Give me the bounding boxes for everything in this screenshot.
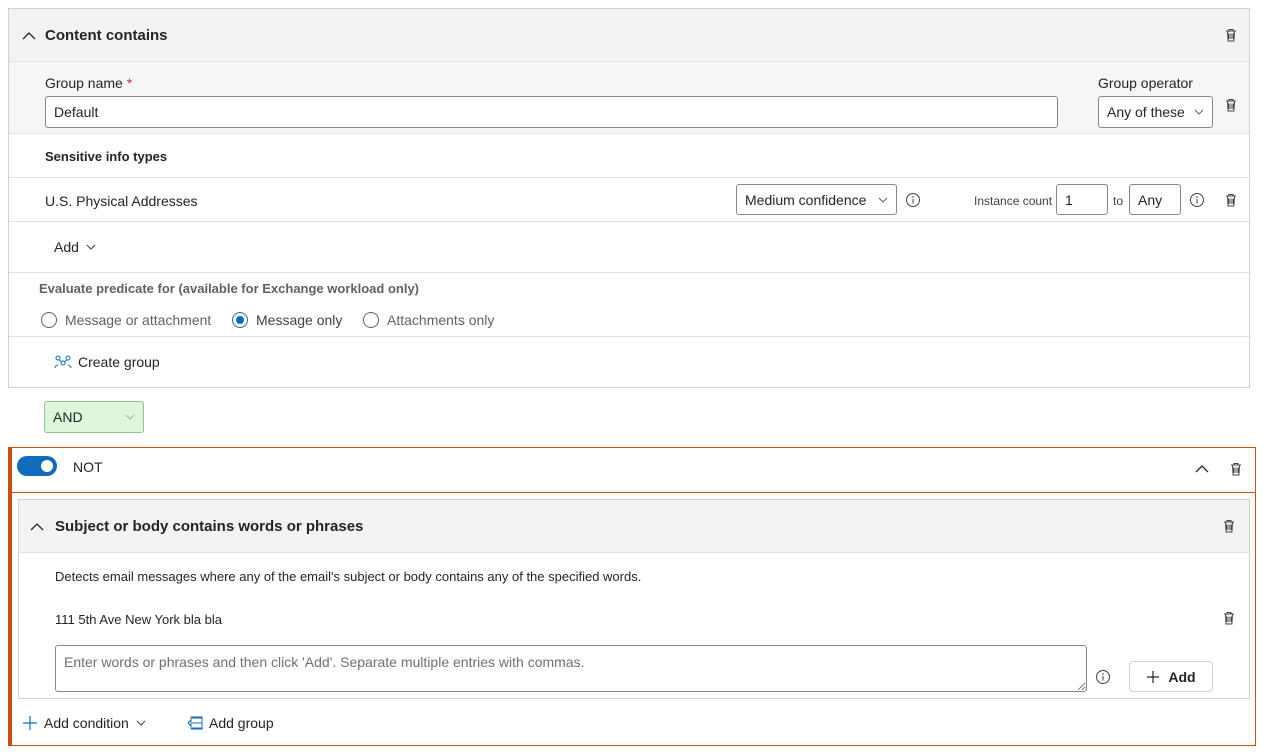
chevron-up-icon[interactable] xyxy=(1194,461,1210,477)
instance-count-min-input[interactable]: 1 xyxy=(1056,184,1108,215)
radio-label: Attachments only xyxy=(387,312,495,328)
and-operator-dropdown[interactable]: AND xyxy=(44,401,144,433)
not-toggle[interactable] xyxy=(17,456,57,476)
radio-circle[interactable] xyxy=(41,312,57,328)
radio-message-only[interactable]: Message only xyxy=(232,312,342,328)
delete-group-icon[interactable] xyxy=(1223,97,1239,113)
add-group-button[interactable]: Add group xyxy=(187,715,274,731)
chevron-down-icon xyxy=(878,195,888,205)
evaluate-predicate-label: Evaluate predicate for (available for Ex… xyxy=(39,281,420,296)
subject-body-card: Subject or body contains words or phrase… xyxy=(18,499,1250,699)
delete-not-group-icon[interactable] xyxy=(1228,461,1244,477)
radio-circle-checked[interactable] xyxy=(232,312,248,328)
group-name-row: Group name * Default Group operator Any … xyxy=(9,62,1249,134)
delete-condition-icon[interactable] xyxy=(1221,518,1237,534)
group-name-input[interactable]: Default xyxy=(45,96,1058,128)
group-operator-dropdown[interactable]: Any of these xyxy=(1098,96,1213,128)
phrases-input[interactable] xyxy=(55,645,1087,692)
plus-icon xyxy=(22,715,38,731)
radio-circle[interactable] xyxy=(363,312,379,328)
add-condition-button[interactable]: Add condition xyxy=(22,715,147,731)
add-phrase-label: Add xyxy=(1168,668,1196,685)
operator-value: AND xyxy=(53,409,83,425)
instance-count-label: Instance count xyxy=(974,194,1053,208)
plus-icon xyxy=(1146,670,1160,684)
divider xyxy=(9,336,1249,337)
add-phrase-button[interactable]: Add xyxy=(1129,661,1213,692)
not-group: NOT Subject or body contains words or ph… xyxy=(8,447,1256,746)
divider xyxy=(9,221,1249,222)
chevron-up-icon[interactable] xyxy=(21,28,37,44)
create-group-button[interactable]: Create group xyxy=(54,354,160,370)
subject-body-header[interactable]: Subject or body contains words or phrase… xyxy=(19,500,1249,553)
divider xyxy=(9,177,1249,178)
add-label: Add xyxy=(54,239,79,255)
add-condition-label: Add condition xyxy=(44,715,129,731)
chevron-up-icon[interactable] xyxy=(29,519,45,535)
chevron-down-icon xyxy=(135,717,147,729)
content-contains-card: Content contains Group name * Default Gr… xyxy=(8,8,1250,388)
info-icon[interactable] xyxy=(1095,669,1111,685)
radio-attachments-only[interactable]: Attachments only xyxy=(363,312,494,328)
confidence-value: Medium confidence xyxy=(745,191,867,208)
confidence-dropdown[interactable]: Medium confidence xyxy=(736,184,897,215)
subject-body-title: Subject or body contains words or phrase… xyxy=(55,518,364,535)
group-operator-value: Any of these xyxy=(1107,104,1185,120)
subject-body-description: Detects email messages where any of the … xyxy=(55,569,642,584)
delete-phrase-icon[interactable] xyxy=(1221,610,1237,626)
add-group-label: Add group xyxy=(209,715,274,731)
to-label: to xyxy=(1113,194,1124,208)
divider xyxy=(12,492,1256,493)
divider xyxy=(9,272,1249,273)
radio-message-or-attachment[interactable]: Message or attachment xyxy=(41,312,211,328)
not-label: NOT xyxy=(73,459,103,475)
chevron-down-icon xyxy=(1194,107,1204,117)
info-icon[interactable] xyxy=(905,192,921,208)
radio-label: Message or attachment xyxy=(65,312,212,328)
create-group-label: Create group xyxy=(78,354,160,370)
radio-label: Message only xyxy=(256,312,343,328)
group-name-label: Group name * xyxy=(45,75,133,91)
instance-count-max-input[interactable]: Any xyxy=(1129,184,1181,215)
group-operator-label: Group operator xyxy=(1098,75,1193,91)
delete-condition-icon[interactable] xyxy=(1223,27,1239,43)
phrase-entry: 111 5th Ave New York bla bla xyxy=(55,612,222,627)
chevron-down-icon xyxy=(85,241,97,253)
info-icon[interactable] xyxy=(1189,192,1205,208)
delete-sensitive-info-type-icon[interactable] xyxy=(1223,192,1239,208)
add-sensitive-info-button[interactable]: Add xyxy=(54,239,97,255)
content-contains-header[interactable]: Content contains xyxy=(9,9,1249,62)
chevron-down-icon xyxy=(125,412,135,422)
sensitive-info-type-name: U.S. Physical Addresses xyxy=(45,193,198,209)
add-group-icon xyxy=(187,715,203,731)
group-icon xyxy=(54,354,72,370)
content-contains-title: Content contains xyxy=(45,27,168,44)
sensitive-info-types-heading: Sensitive info types xyxy=(45,149,168,164)
